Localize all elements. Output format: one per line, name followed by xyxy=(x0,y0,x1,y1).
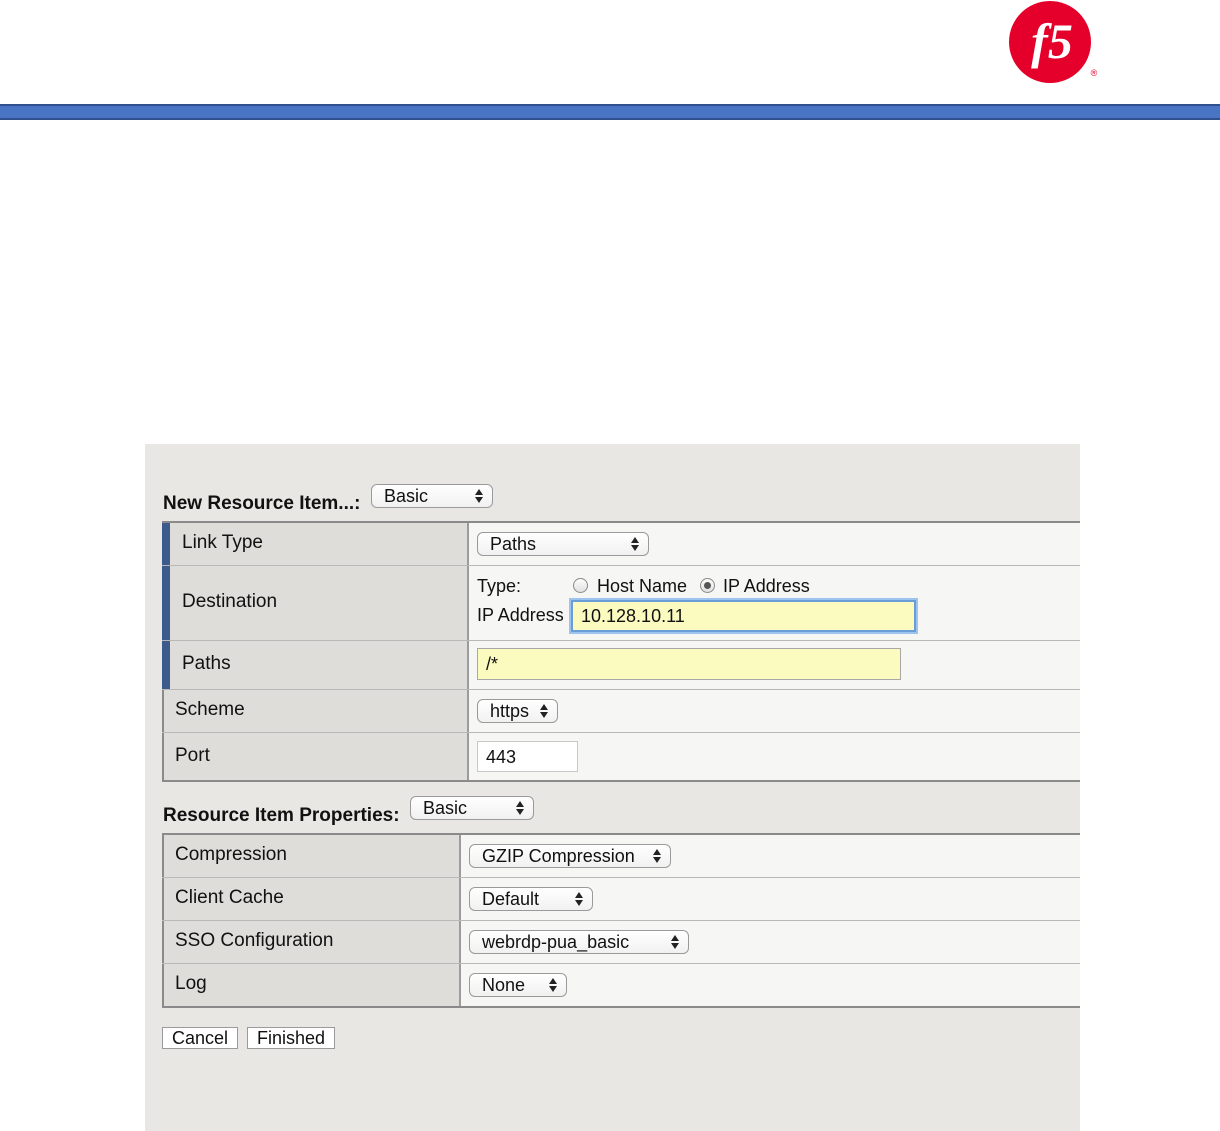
sso-configuration-label: SSO Configuration xyxy=(175,929,334,951)
compression-value: GZIP Compression xyxy=(482,846,635,866)
scheme-label: Scheme xyxy=(175,698,245,720)
properties-table: Compression GZIP Compression Client Cach… xyxy=(162,833,1080,1008)
select-arrows-icon xyxy=(540,703,548,719)
row-destination: Destination Type: Host Name IP Address I… xyxy=(162,566,1080,641)
select-arrows-icon xyxy=(631,536,639,552)
properties-mode-value: Basic xyxy=(423,798,468,818)
client-cache-value: Default xyxy=(482,889,540,909)
destination-type-label: Type: xyxy=(477,576,522,596)
row-link-type: Link Type Paths xyxy=(162,523,1080,566)
row-compression: Compression GZIP Compression xyxy=(162,835,1080,878)
logo-registered-mark: ® xyxy=(1091,68,1098,78)
select-arrows-icon xyxy=(575,891,583,907)
select-arrows-icon xyxy=(549,977,557,993)
resource-item-properties-title: Resource Item Properties: xyxy=(163,805,400,826)
new-resource-item-title: New Resource Item...: xyxy=(163,493,361,514)
ip-address-input[interactable]: 10.128.10.11 xyxy=(571,600,916,632)
link-type-value: Paths xyxy=(490,534,537,554)
paths-label: Paths xyxy=(182,652,231,674)
row-port: Port 443 xyxy=(162,733,1080,780)
resource-item-mode-value: Basic xyxy=(384,486,429,506)
host-name-option-label: Host Name xyxy=(597,576,688,596)
client-cache-select[interactable]: Default xyxy=(469,887,593,911)
header-bar xyxy=(0,104,1220,120)
log-label: Log xyxy=(175,972,207,994)
finished-button[interactable]: Finished xyxy=(247,1027,336,1049)
resource-item-mode-select[interactable]: Basic xyxy=(371,484,493,508)
paths-input[interactable]: /* xyxy=(477,648,901,680)
sso-configuration-select[interactable]: webrdp-pua_basic xyxy=(469,930,689,954)
sso-configuration-value: webrdp-pua_basic xyxy=(482,932,630,952)
ip-address-option-label: IP Address xyxy=(723,576,810,596)
destination-label: Destination xyxy=(182,590,278,612)
select-arrows-icon xyxy=(671,934,679,950)
row-sso-configuration: SSO Configuration webrdp-pua_basic xyxy=(162,921,1080,964)
link-type-label: Link Type xyxy=(182,531,263,553)
ip-address-radio[interactable] xyxy=(700,578,715,593)
scheme-value: https xyxy=(490,701,530,721)
properties-mode-select[interactable]: Basic xyxy=(410,796,534,820)
link-type-select[interactable]: Paths xyxy=(477,532,649,556)
f5-logo: f5 ® xyxy=(1009,1,1098,83)
resource-item-table: Link Type Paths Destination Type: Host N… xyxy=(162,521,1080,782)
log-select[interactable]: None xyxy=(469,973,567,997)
select-arrows-icon xyxy=(475,488,483,504)
log-value: None xyxy=(482,975,526,995)
row-paths: Paths /* xyxy=(162,641,1080,690)
select-arrows-icon xyxy=(516,800,524,816)
logo-text: f5 xyxy=(1031,13,1073,69)
row-scheme: Scheme https xyxy=(162,690,1080,733)
ip-address-label: IP Address xyxy=(477,605,564,625)
row-client-cache: Client Cache Default xyxy=(162,878,1080,921)
select-arrows-icon xyxy=(653,848,661,864)
port-input[interactable]: 443 xyxy=(477,741,578,772)
compression-select[interactable]: GZIP Compression xyxy=(469,844,671,868)
host-name-radio[interactable] xyxy=(573,578,588,593)
cancel-button[interactable]: Cancel xyxy=(162,1027,239,1049)
scheme-select[interactable]: https xyxy=(477,699,558,723)
client-cache-label: Client Cache xyxy=(175,886,284,908)
port-label: Port xyxy=(175,744,210,766)
row-log: Log None xyxy=(162,964,1080,1006)
compression-label: Compression xyxy=(175,843,287,865)
